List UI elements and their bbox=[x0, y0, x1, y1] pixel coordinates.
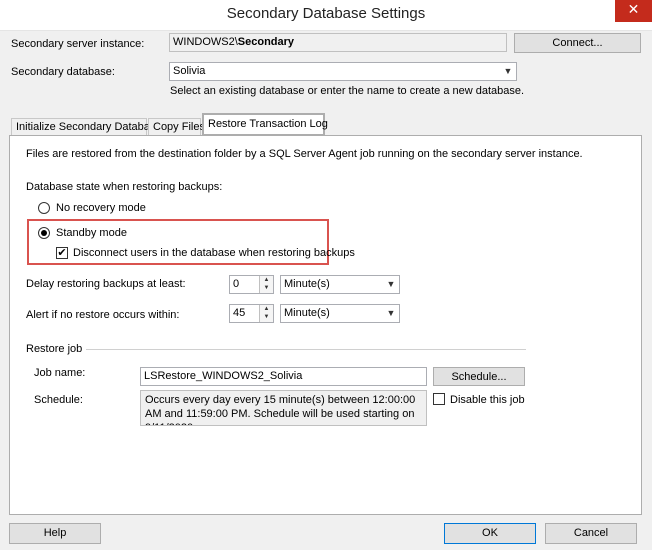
ok-button[interactable]: OK bbox=[444, 523, 536, 544]
chevron-down-icon[interactable]: ▼ bbox=[383, 305, 399, 322]
server-host: WINDOWS2 bbox=[173, 36, 235, 48]
alert-unit-value: Minute(s) bbox=[284, 307, 330, 319]
state-label: Database state when restoring backups: bbox=[26, 181, 223, 193]
standby-radio[interactable] bbox=[38, 227, 50, 239]
alert-label: Alert if no restore occurs within: bbox=[26, 309, 180, 321]
connect-button[interactable]: Connect... bbox=[514, 33, 641, 53]
alert-unit-combo[interactable]: Minute(s) ▼ bbox=[280, 304, 400, 323]
server-instance-name: Secondary bbox=[237, 36, 295, 48]
checkmark-icon: ✔ bbox=[57, 246, 67, 259]
delay-unit-value: Minute(s) bbox=[284, 278, 330, 290]
delay-spinner[interactable]: 0 ▲ ▼ bbox=[229, 275, 274, 294]
delay-value: 0 bbox=[233, 278, 240, 290]
db-hint: Select an existing database or enter the… bbox=[170, 85, 525, 97]
schedule-label: Schedule: bbox=[34, 394, 83, 406]
chevron-down-icon[interactable]: ▼ bbox=[500, 63, 516, 80]
help-button[interactable]: Help bbox=[9, 523, 101, 544]
spin-down-icon[interactable]: ▼ bbox=[259, 284, 273, 293]
disable-job-checkbox[interactable] bbox=[433, 393, 445, 405]
schedule-button[interactable]: Schedule... bbox=[433, 367, 525, 386]
delay-unit-combo[interactable]: Minute(s) ▼ bbox=[280, 275, 400, 294]
alert-spinner[interactable]: 45 ▲ ▼ bbox=[229, 304, 274, 323]
cancel-button[interactable]: Cancel bbox=[545, 523, 637, 544]
disconnect-label: Disconnect users in the database when re… bbox=[73, 247, 355, 259]
restore-job-group-label: Restore job bbox=[26, 343, 83, 355]
schedule-description: Occurs every day every 15 minute(s) betw… bbox=[140, 390, 427, 426]
close-button[interactable]: ✕ bbox=[615, 0, 652, 22]
tab-initialize[interactable]: Initialize Secondary Database bbox=[11, 118, 162, 136]
db-label: Secondary database: bbox=[11, 66, 115, 78]
database-value: Solivia bbox=[173, 65, 206, 77]
server-instance-field: WINDOWS2\Secondary bbox=[169, 33, 507, 52]
no-recovery-radio[interactable] bbox=[38, 202, 50, 214]
window-title: Secondary Database Settings bbox=[226, 5, 426, 22]
tab-copy-files[interactable]: Copy Files bbox=[148, 118, 205, 136]
group-divider bbox=[86, 349, 526, 350]
no-recovery-label: No recovery mode bbox=[56, 202, 146, 214]
job-name-field[interactable]: LSRestore_WINDOWS2_Solivia bbox=[140, 367, 427, 386]
server-label: Secondary server instance: bbox=[11, 38, 145, 50]
chevron-down-icon[interactable]: ▼ bbox=[383, 276, 399, 293]
alert-value: 45 bbox=[233, 307, 246, 319]
tab-restore-log[interactable]: Restore Transaction Log bbox=[202, 113, 328, 136]
close-icon: ✕ bbox=[627, 2, 640, 18]
restore-description: Files are restored from the destination … bbox=[26, 148, 583, 160]
standby-label: Standby mode bbox=[56, 227, 127, 239]
disable-job-label: Disable this job bbox=[450, 394, 525, 406]
database-combo[interactable]: Solivia ▼ bbox=[169, 62, 517, 81]
spin-down-icon[interactable]: ▼ bbox=[259, 313, 273, 322]
delay-label: Delay restoring backups at least: bbox=[26, 278, 186, 290]
job-name-label: Job name: bbox=[34, 367, 86, 379]
disconnect-checkbox[interactable]: ✔ bbox=[56, 247, 68, 259]
